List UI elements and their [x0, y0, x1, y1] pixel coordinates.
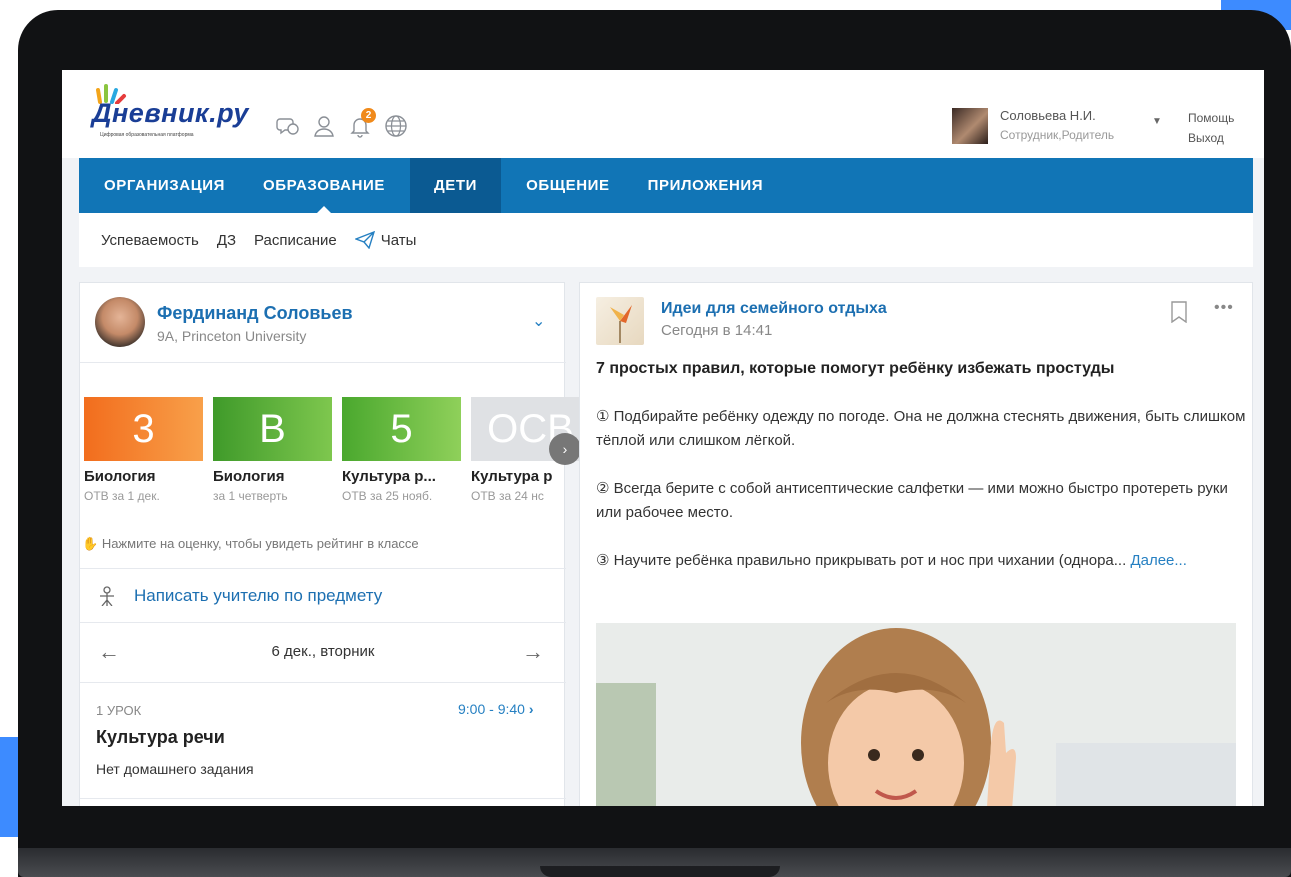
chevron-down-icon: ⌄ [532, 313, 546, 330]
current-date: 6 дек., вторник [271, 643, 375, 660]
laptop-notch [540, 866, 780, 877]
main-nav: ОРГАНИЗАЦИЯ ОБРАЗОВАНИЕ ДЕТИ ОБЩЕНИЕ ПРИ… [79, 158, 1253, 214]
post-time: Сегодня в 14:41 [661, 322, 773, 339]
post-source-thumbnail[interactable] [596, 297, 644, 345]
user-avatar [952, 108, 988, 144]
user-name: Соловьева Н.И. [1000, 108, 1096, 123]
write-teacher-row[interactable]: Написать учителю по предмету [80, 568, 566, 623]
grades-hint-text: Нажмите на оценку, чтобы увидеть рейтинг… [101, 536, 419, 551]
carousel-next-icon[interactable]: › [549, 433, 581, 465]
bookmark-icon[interactable] [1170, 301, 1188, 323]
grade-subject: Биология [213, 468, 285, 485]
subnav-item-label: Чаты [380, 231, 417, 249]
subnav-item-homework[interactable]: ДЗ [217, 232, 236, 249]
grade-note: ОТВ за 24 нс [471, 489, 544, 503]
child-name: Фердинанд Соловьев [157, 303, 353, 323]
post-image [596, 623, 1236, 806]
lesson-homework: Нет домашнего задания [96, 761, 254, 777]
child-selector[interactable]: Фердинанд Соловьев 9А, Princeton Univers… [80, 283, 566, 363]
child-card: Фердинанд Соловьев 9А, Princeton Univers… [79, 282, 590, 806]
nav-item-education[interactable]: ОБРАЗОВАНИЕ [250, 158, 398, 214]
dnevnik-logo[interactable]: Дневник.ру Цифровая образовательная плат… [86, 82, 261, 142]
grade-subject: Культура р [471, 468, 553, 485]
grade-tile[interactable]: 3 [84, 397, 203, 461]
girl-thumbs-up-image [596, 623, 1236, 806]
more-options-icon[interactable]: ••• [1214, 299, 1234, 317]
feed-post: Идеи для семейного отдыха Сегодня в 14:4… [579, 282, 1253, 806]
post-paragraph: ① Подбирайте ребёнку одежду по погоде. О… [596, 408, 1246, 449]
lesson-subject: Культура речи [96, 727, 225, 747]
chevron-right-icon: › [528, 701, 534, 717]
sub-nav: Успеваемость ДЗ Расписание Чаты [79, 213, 1253, 267]
pointing-hand-icon: ✋ [82, 536, 99, 551]
logo-subtitle: Цифровая образовательная платформа [100, 132, 194, 138]
subnav-item-schedule[interactable]: Расписание [254, 232, 337, 249]
post-paragraph: ② Всегда берите с собой антисептические … [596, 480, 1228, 521]
lesson-number: 1 УРОК [96, 703, 142, 718]
grade-subject: Культура р... [342, 468, 436, 485]
grade-note: ОТВ за 1 дек. [84, 489, 160, 503]
post-paragraph-text: ③ Научите ребёнка правильно прикрывать р… [596, 552, 1127, 569]
lesson-item[interactable]: 1 УРОК 9:00 - 9:40 › Культура речи Нет д… [80, 683, 566, 799]
subnav-item-performance[interactable]: Успеваемость [101, 232, 199, 249]
date-navigator: ← 6 дек., вторник → [80, 623, 566, 683]
grade-note: за 1 четверть [213, 489, 288, 503]
logo-text: Дневник.ру [92, 98, 249, 128]
grades-hint: ✋ Нажмите на оценку, чтобы увидеть рейти… [82, 536, 419, 552]
grade-subject: Биология [84, 468, 156, 485]
help-link[interactable]: Помощь [1188, 108, 1234, 128]
read-more-link[interactable]: Далее... [1130, 552, 1186, 569]
logout-link[interactable]: Выход [1188, 128, 1234, 148]
nav-item-children[interactable]: ДЕТИ [410, 158, 502, 213]
post-title: 7 простых правил, которые помогут ребёнк… [596, 360, 1115, 377]
lesson-time-text: 9:00 - 9:40 [458, 701, 525, 717]
teacher-icon [100, 586, 114, 606]
child-avatar [95, 297, 145, 347]
paper-plane-icon [354, 231, 375, 249]
write-teacher-link: Написать учителю по предмету [134, 586, 383, 605]
caret-down-icon: ▼ [1152, 116, 1162, 127]
header-links: Помощь Выход [1188, 108, 1234, 148]
post-body: ① Подбирайте ребёнку одежду по погоде. О… [596, 405, 1246, 597]
nav-item-apps[interactable]: ПРИЛОЖЕНИЯ [635, 158, 777, 213]
grade-tile[interactable]: В [213, 397, 332, 461]
header-icons: 2 [276, 108, 408, 138]
nav-item-label: ОБРАЗОВАНИЕ [263, 177, 386, 194]
app-screen: Дневник.ру Цифровая образовательная плат… [62, 70, 1264, 806]
globe-icon[interactable] [384, 114, 408, 138]
user-menu[interactable]: Соловьева Н.И. Сотрудник,Родитель ▼ [952, 106, 1172, 150]
grades-carousel: 3 В 5 ОСВ Биология Биология Культура р..… [84, 397, 590, 503]
user-icon[interactable] [312, 114, 336, 138]
bell-icon[interactable]: 2 [348, 108, 376, 138]
notification-badge: 2 [361, 108, 376, 123]
post-source-name[interactable]: Идеи для семейного отдыха [661, 300, 887, 318]
post-paragraph: ③ Научите ребёнка правильно прикрывать р… [596, 549, 1246, 573]
pinwheel-icon [610, 305, 632, 343]
arrow-right-icon[interactable]: → [522, 639, 544, 665]
grade-tile[interactable]: 5 [342, 397, 461, 461]
child-school: 9А, Princeton University [157, 328, 307, 344]
grade-note: ОТВ за 25 нояб. [342, 489, 433, 503]
user-role: Сотрудник,Родитель [1000, 128, 1115, 142]
subnav-item-chats[interactable]: Чаты [354, 231, 417, 249]
nav-item-organization[interactable]: ОРГАНИЗАЦИЯ [91, 158, 238, 213]
top-header: Дневник.ру Цифровая образовательная плат… [62, 70, 1264, 158]
chat-icon[interactable] [276, 114, 300, 138]
nav-item-communication[interactable]: ОБЩЕНИЕ [513, 158, 623, 213]
lesson-time: 9:00 - 9:40 › [458, 701, 534, 717]
